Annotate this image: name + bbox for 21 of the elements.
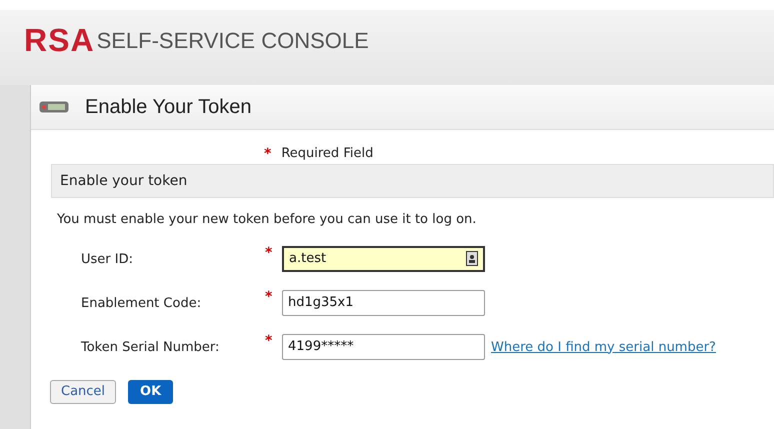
required-asterisk: * (264, 144, 272, 164)
token-icon (39, 101, 69, 113)
cancel-button[interactable]: Cancel (50, 380, 116, 404)
required-asterisk: * (265, 290, 274, 304)
required-asterisk: * (265, 334, 274, 348)
serial-help-link[interactable]: Where do I find my serial number? (491, 338, 716, 357)
input-field[interactable]: a.test (282, 246, 485, 272)
logo: RSA (24, 24, 95, 56)
field-label: Enablement Code: (81, 294, 202, 312)
field-label: User ID: (81, 250, 134, 268)
contact-card-icon (466, 251, 478, 266)
field-label: Token Serial Number: (81, 338, 220, 356)
section-title: Enable your token (60, 172, 188, 190)
console-title: SELF-SERVICE CONSOLE (96, 30, 369, 52)
input-field[interactable]: hd1g35x1 (282, 290, 485, 316)
required-asterisk: * (265, 246, 274, 260)
required-note: Required Field (281, 145, 374, 164)
panel-title: Enable Your Token (85, 95, 252, 120)
instructions: You must enable your new token before you can use it to log on. (57, 211, 478, 229)
ok-button[interactable]: OK (128, 380, 174, 404)
input-field[interactable]: 4199***** (282, 334, 485, 360)
